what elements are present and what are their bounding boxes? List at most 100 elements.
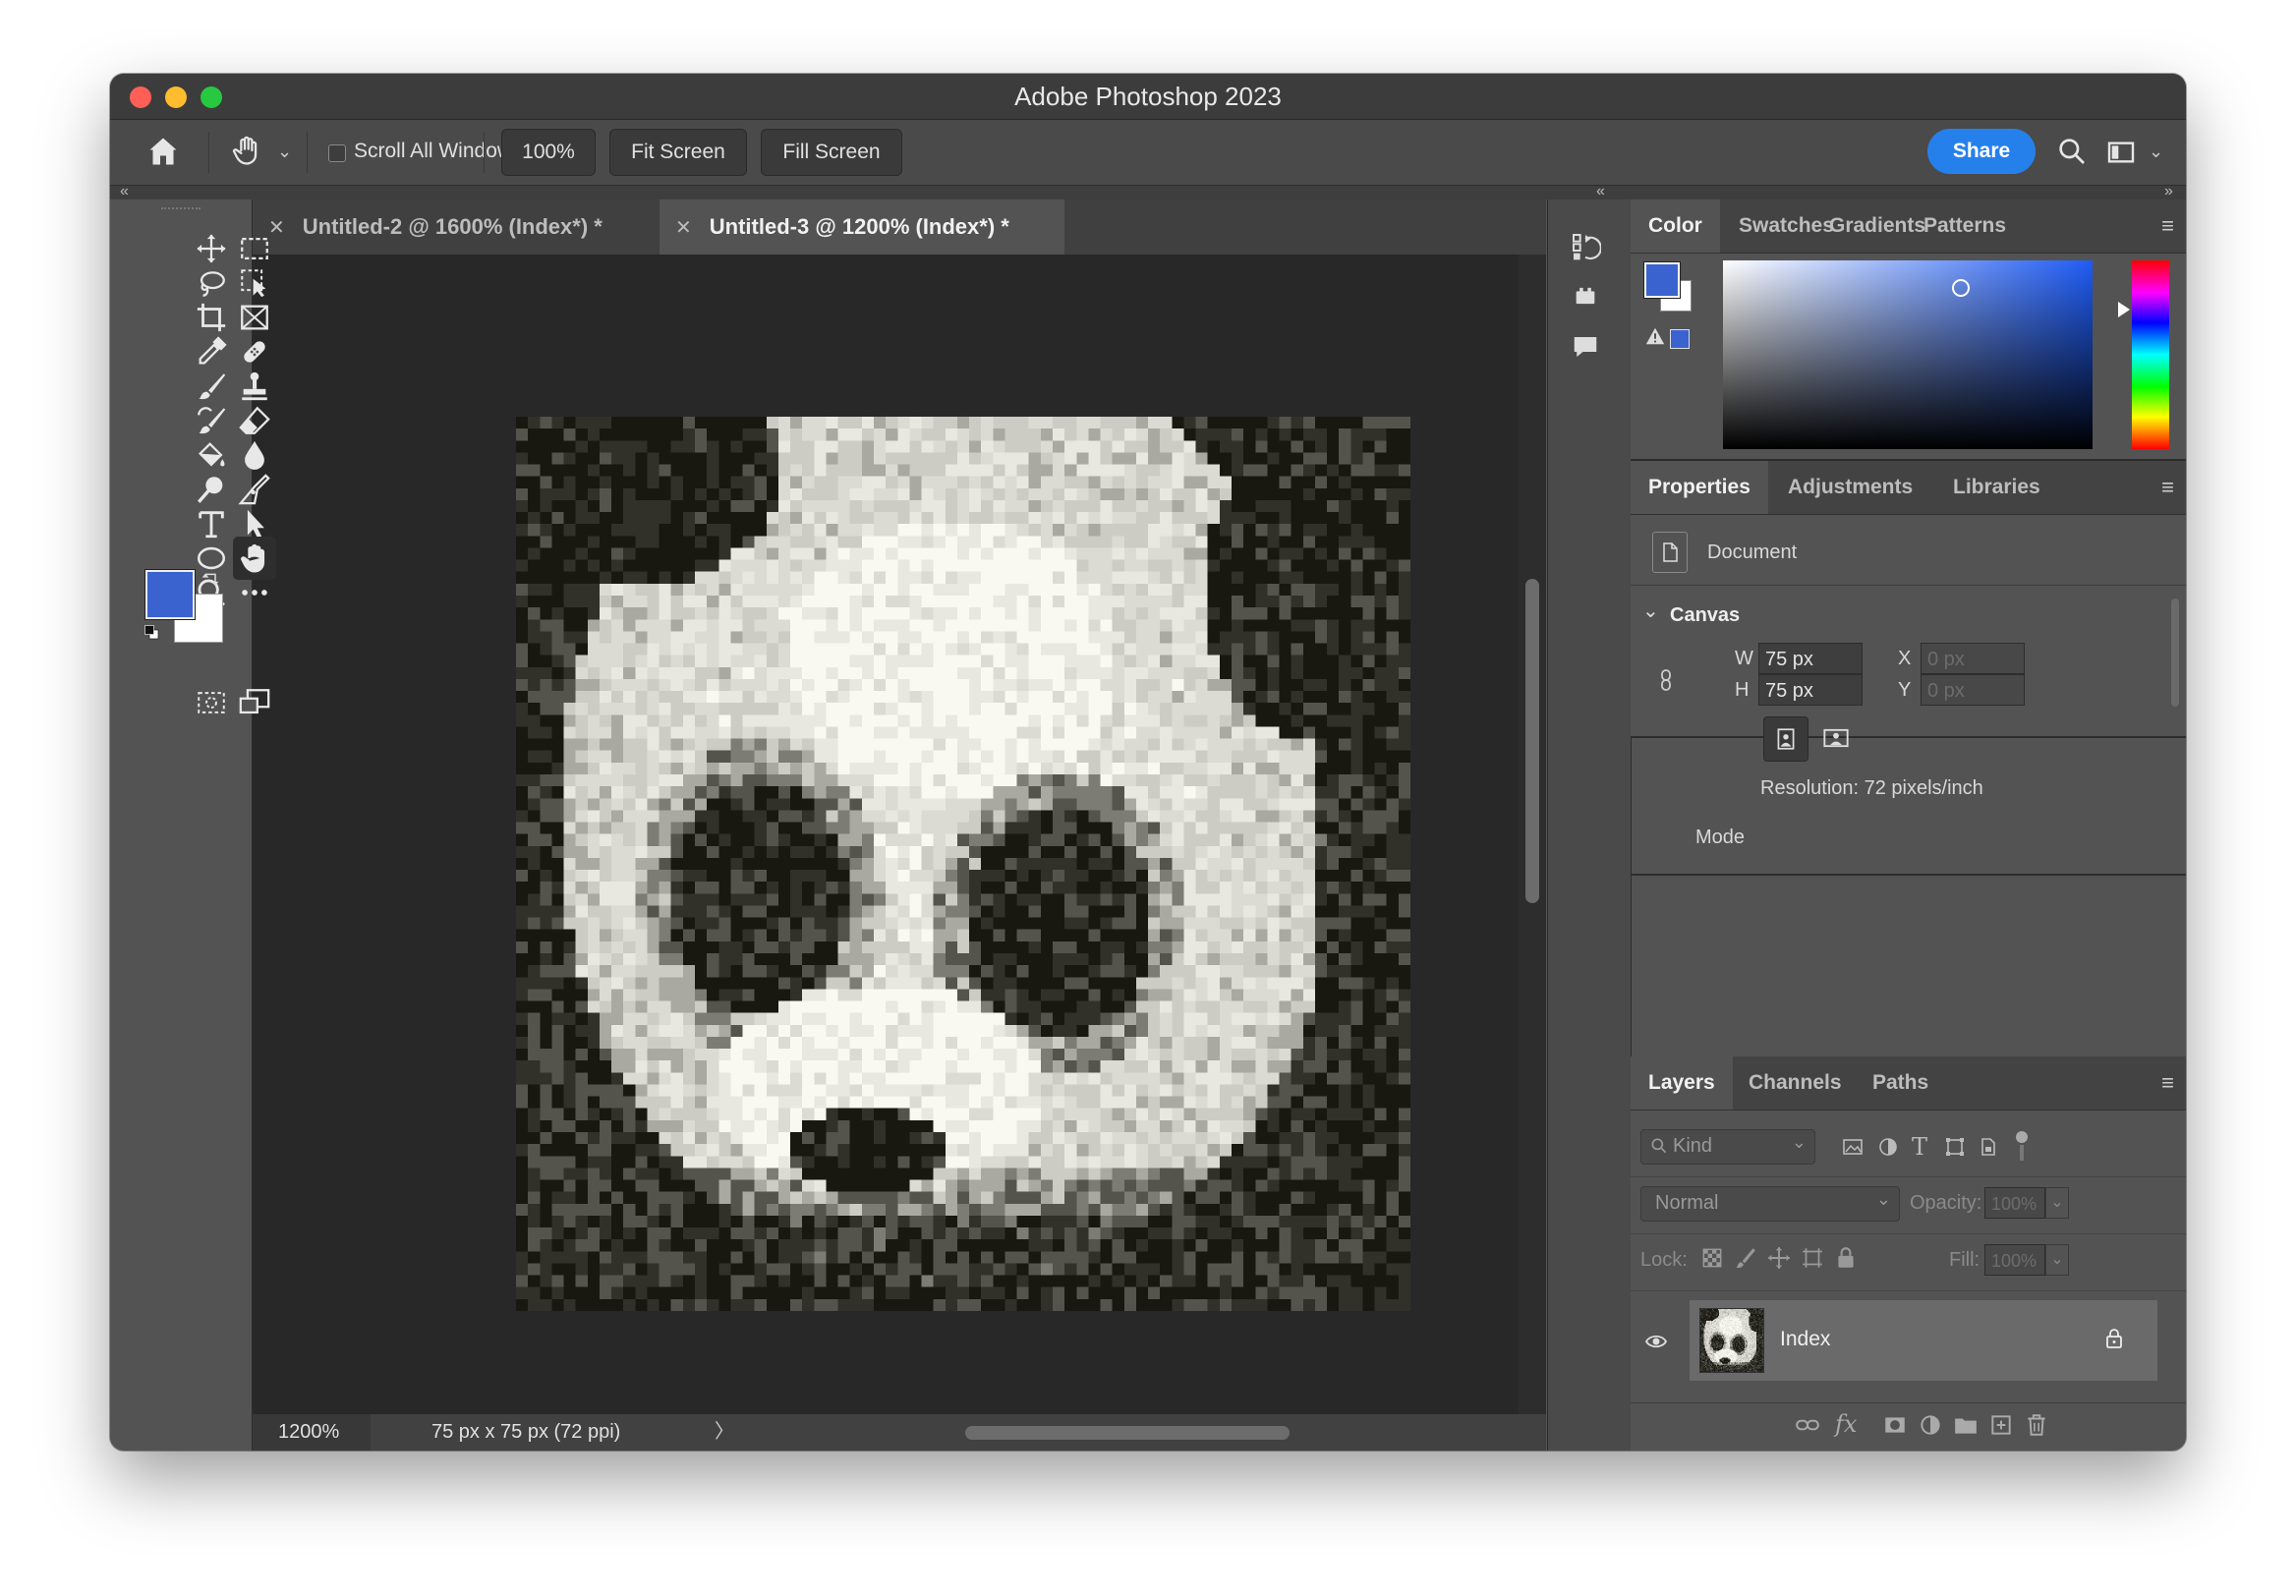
panda-pixel-image[interactable] <box>516 417 1410 1311</box>
comments-icon[interactable] <box>1566 327 1605 367</box>
vertical-scrollbar[interactable] <box>1519 255 1546 1414</box>
portrait-orientation-button[interactable] <box>1763 716 1808 762</box>
properties-scroll-thumb[interactable] <box>2171 598 2179 707</box>
more-tools-icon[interactable] <box>233 571 276 614</box>
document-icon <box>1652 532 1688 573</box>
expand-panels-icon[interactable]: » <box>2164 183 2173 200</box>
home-icon[interactable] <box>145 134 181 169</box>
tab-untitled-2[interactable]: ✕ Untitled-2 @ 1600% (Index*) * <box>253 200 658 255</box>
history-icon[interactable] <box>1566 227 1605 266</box>
layer-name[interactable]: Index <box>1780 1328 1830 1351</box>
tab-patterns[interactable]: Patterns <box>1906 200 2024 253</box>
swap-colors-icon[interactable] <box>201 571 220 596</box>
landscape-orientation-button[interactable] <box>1814 716 1858 760</box>
workspace-icon[interactable] <box>2105 137 2139 170</box>
vertical-scroll-thumb[interactable] <box>1525 579 1539 903</box>
layer-row[interactable]: Index <box>1690 1300 2157 1381</box>
document-label: Document <box>1707 542 1798 563</box>
add-mask-icon[interactable] <box>1882 1412 1908 1443</box>
canvas-section-title[interactable]: Canvas <box>1670 604 1740 627</box>
window-title: Adobe Photoshop 2023 <box>1014 82 1282 111</box>
canvas-width-field[interactable]: 75 px <box>1758 643 1863 674</box>
height-label: H <box>1735 679 1750 701</box>
filter-smart-object-icon[interactable] <box>1977 1135 2000 1164</box>
hand-tool-preset-icon[interactable] <box>230 134 265 169</box>
color-panel: Color Swatches Gradients Patterns ≡ <box>1631 200 2186 461</box>
filter-adjustment-icon[interactable] <box>1876 1135 1900 1164</box>
lock-position-icon[interactable] <box>1766 1245 1792 1276</box>
tools-grip[interactable] <box>161 207 201 215</box>
tab-untitled-3[interactable]: ✕ Untitled-3 @ 1200% (Index*) * <box>660 200 1064 255</box>
color-picker-handle[interactable] <box>1952 279 1970 297</box>
tab-color[interactable]: Color <box>1631 200 1720 253</box>
fill-field[interactable]: 100% <box>1984 1244 2045 1276</box>
fx-icon[interactable]: fx <box>1835 1410 1857 1438</box>
search-icon[interactable] <box>2056 136 2090 169</box>
new-adjustment-layer-icon[interactable] <box>1918 1412 1943 1443</box>
foreground-color-swatch[interactable] <box>1643 261 1681 299</box>
hue-slider[interactable] <box>2132 260 2169 449</box>
collapse-tools-icon[interactable]: « <box>120 183 129 200</box>
new-group-icon[interactable] <box>1953 1412 1979 1443</box>
collapse-dock-icon[interactable]: « <box>1596 183 1605 200</box>
blend-mode-select[interactable]: Normal ⌄ <box>1640 1186 1900 1222</box>
share-button[interactable]: Share <box>1927 129 2036 174</box>
tab-layers[interactable]: Layers <box>1631 1056 1733 1110</box>
blend-mode-value: Normal <box>1655 1192 1719 1214</box>
quick-mask-icon[interactable] <box>190 681 233 724</box>
filter-toggle-icon[interactable] <box>2016 1131 2028 1165</box>
scroll-all-windows-checkbox[interactable] <box>328 144 346 162</box>
color-field[interactable] <box>1723 260 2093 449</box>
websafe-color-swatch[interactable] <box>1670 329 1690 349</box>
canvas-area[interactable] <box>253 255 1519 1414</box>
fill-dropdown[interactable]: ⌄ <box>2045 1244 2069 1276</box>
delete-layer-icon[interactable] <box>2024 1412 2049 1443</box>
layer-filter-kind[interactable]: Kind ⌄ <box>1640 1129 1815 1165</box>
opacity-dropdown[interactable]: ⌄ <box>2045 1187 2069 1219</box>
fit-screen-button[interactable]: Fit Screen <box>609 129 747 176</box>
link-layers-icon[interactable] <box>1794 1412 1821 1443</box>
color-panel-tabs: Color Swatches Gradients Patterns ≡ <box>1631 200 2186 254</box>
close-tab-icon[interactable]: ✕ <box>675 217 692 239</box>
zoom-100-button[interactable]: 100% <box>501 129 596 176</box>
tab-properties[interactable]: Properties <box>1631 461 1768 514</box>
tab-channels[interactable]: Channels <box>1731 1056 1860 1110</box>
panel-menu-icon[interactable]: ≡ <box>2161 475 2174 500</box>
chevron-down-icon: ⌄ <box>1791 1132 1807 1152</box>
status-zoom[interactable]: 1200% <box>253 1414 371 1451</box>
lock-pixels-icon[interactable] <box>1733 1245 1758 1276</box>
default-colors-icon[interactable] <box>144 624 161 647</box>
new-layer-icon[interactable] <box>1988 1412 2014 1443</box>
layer-visibility-icon[interactable] <box>1642 1330 1670 1358</box>
lock-artboard-icon[interactable] <box>1800 1245 1825 1276</box>
screen-mode-icon[interactable] <box>233 681 276 724</box>
status-menu-arrow[interactable]: 〉 <box>715 1414 734 1451</box>
hue-slider-handle[interactable] <box>2118 302 2130 317</box>
tab-libraries[interactable]: Libraries <box>1935 461 2058 514</box>
filter-shape-icon[interactable] <box>1943 1135 1967 1164</box>
horizontal-scroll-thumb[interactable] <box>965 1426 1290 1440</box>
toolbar-foreground-color[interactable] <box>144 569 196 620</box>
chevron-down-icon[interactable]: ⌄ <box>2149 142 2163 162</box>
panel-menu-icon[interactable]: ≡ <box>2161 1070 2174 1096</box>
chevron-down-icon[interactable]: ⌄ <box>277 142 292 162</box>
tab-paths[interactable]: Paths <box>1855 1056 1946 1110</box>
tab-adjustments[interactable]: Adjustments <box>1770 461 1930 514</box>
link-icon[interactable] <box>1654 667 1678 698</box>
plugins-icon[interactable] <box>1566 276 1605 315</box>
warning-icon[interactable] <box>1644 325 1666 352</box>
filter-type-icon[interactable]: T <box>1912 1133 1927 1161</box>
filter-kind-label: Kind <box>1673 1135 1713 1157</box>
y-field[interactable]: 0 px <box>1921 674 2025 706</box>
fill-screen-button[interactable]: Fill Screen <box>761 129 902 176</box>
lock-all-icon[interactable] <box>1833 1245 1859 1276</box>
x-field[interactable]: 0 px <box>1921 643 2025 674</box>
panel-menu-icon[interactable]: ≡ <box>2161 213 2174 239</box>
opacity-field[interactable]: 100% <box>1984 1187 2045 1219</box>
chevron-down-icon[interactable]: ⌄ <box>1642 598 1659 623</box>
filter-pixel-icon[interactable] <box>1841 1135 1865 1164</box>
lock-transparent-icon[interactable] <box>1699 1245 1725 1276</box>
tab-label: Untitled-3 @ 1200% (Index*) * <box>709 214 1009 239</box>
layer-lock-icon <box>2102 1326 2126 1356</box>
canvas-height-field[interactable]: 75 px <box>1758 674 1863 706</box>
